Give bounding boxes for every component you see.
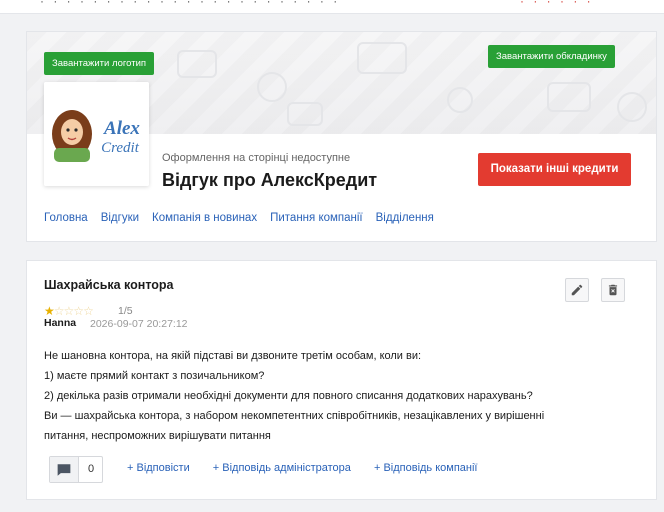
company-reply-link[interactable]: + Відповідь компанії — [374, 462, 478, 474]
company-header-card: Завантажити логотип Завантажити обкладин… — [26, 31, 657, 242]
nav-home[interactable]: Головна — [44, 212, 88, 224]
company-nav: Головна Відгуки Компанія в новинах Питан… — [44, 212, 447, 224]
review-date: 2026-09-07 20:27:12 — [90, 318, 188, 330]
comments-button[interactable]: 0 — [49, 456, 103, 483]
upload-cover-button[interactable]: Завантажити обкладинку — [488, 45, 615, 68]
top-strip-text-red: · · · · · · — [520, 0, 594, 8]
review-line: Ви — шахрайська контора, з набором неком… — [44, 410, 545, 422]
star-filled-icon: ★ — [44, 304, 55, 318]
review-actions: + Відповісти + Відповідь адміністратора … — [127, 462, 497, 474]
other-credits-button[interactable]: Показати інші кредити — [478, 153, 631, 186]
review-author: Hanna — [44, 317, 77, 329]
review-line: Не шановна контора, на якій підставі ви … — [44, 350, 422, 362]
reply-link[interactable]: + Відповісти — [127, 462, 190, 474]
top-strip: · · · · · · · · · · · · · · · · · · · · … — [0, 0, 664, 14]
svg-text:Credit: Credit — [101, 140, 140, 156]
nav-reviews[interactable]: Відгуки — [101, 212, 139, 224]
review-body: Не шановна контора, на якій підставі ви … — [44, 346, 614, 446]
nav-news[interactable]: Компанія в новинах — [152, 212, 257, 224]
nav-questions[interactable]: Питання компанії — [270, 212, 363, 224]
alexcredit-logo-image: Alex Credit — [44, 82, 149, 186]
review-card: Шахрайська контора ★☆☆☆☆ 1/5 Hanna 2026-… — [26, 260, 657, 500]
comment-count: 0 — [87, 463, 95, 475]
pencil-icon — [571, 284, 583, 296]
trash-icon — [608, 284, 618, 296]
star-empty-icon: ☆ — [73, 304, 84, 318]
nav-branches[interactable]: Відділення — [376, 212, 434, 224]
comment-icon-wrap — [50, 457, 79, 482]
edit-review-button[interactable] — [565, 278, 589, 302]
page-title: Відгук про АлексКредит — [162, 170, 378, 190]
star-empty-icon: ☆ — [63, 304, 75, 318]
review-line: 2) декілька разів отримали необхідні док… — [44, 390, 533, 402]
review-title: Шахрайська контора — [44, 278, 174, 292]
star-empty-icon: ☆ — [53, 304, 65, 318]
rating-value: 1/5 — [118, 305, 133, 317]
delete-review-button[interactable] — [601, 278, 625, 302]
admin-reply-link[interactable]: + Відповідь адміністратора — [213, 462, 351, 474]
company-logo: Alex Credit — [44, 82, 149, 186]
star-empty-icon: ☆ — [83, 304, 94, 318]
upload-logo-button[interactable]: Завантажити логотип — [44, 52, 155, 75]
comment-icon — [57, 463, 71, 476]
top-strip-text: · · · · · · · · · · · · · · · · · · · · … — [40, 0, 341, 8]
svg-text:Alex: Alex — [103, 118, 140, 139]
review-line: 1) маєте прямий контакт з позичальником? — [44, 370, 265, 382]
design-unavailable-note: Оформлення на сторінці недоступне — [162, 152, 351, 164]
star-rating: ★☆☆☆☆ — [44, 304, 94, 318]
review-line: питання, неспроможних вирішувати питання — [44, 430, 271, 442]
